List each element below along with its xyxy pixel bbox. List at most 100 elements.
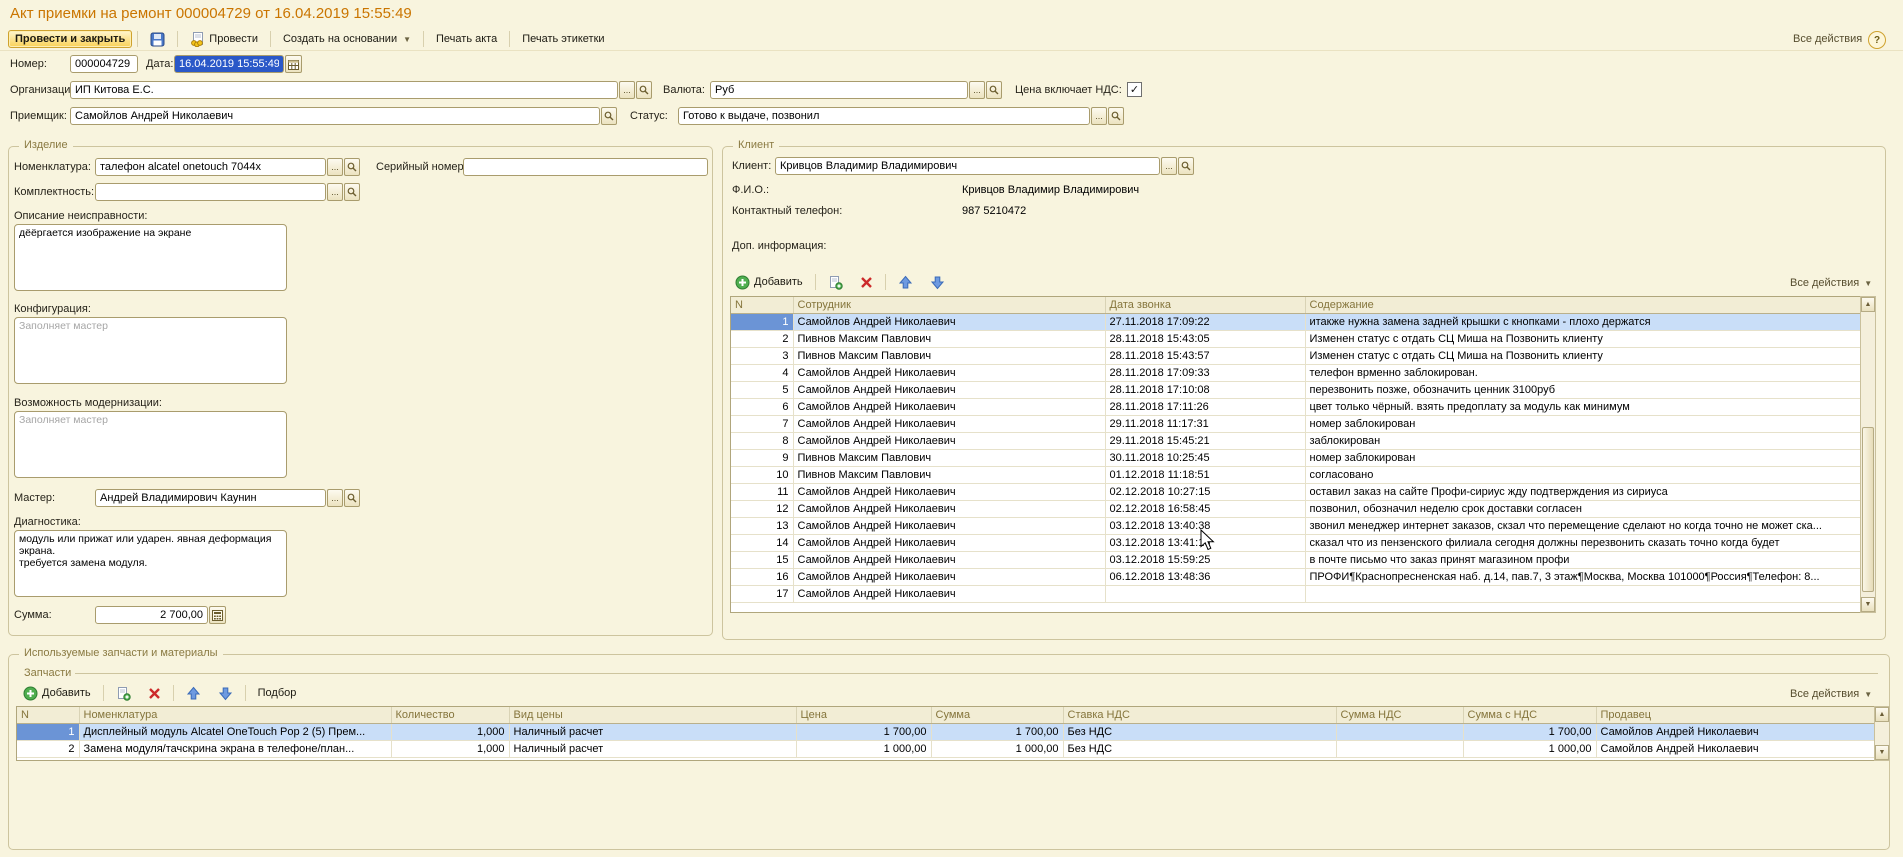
table-row[interactable]: 4Самойлов Андрей Николаевич28.11.2018 17… xyxy=(731,364,1861,381)
cell[interactable] xyxy=(1305,585,1861,602)
cell[interactable]: 2 xyxy=(731,330,793,347)
col-header-employee[interactable]: Сотрудник xyxy=(793,297,1105,313)
help-button[interactable]: ? xyxy=(1868,31,1886,49)
table-row[interactable]: 1Самойлов Андрей Николаевич27.11.2018 17… xyxy=(731,313,1861,330)
configuration-textarea[interactable] xyxy=(14,317,287,384)
cell[interactable]: 15 xyxy=(731,551,793,568)
cell[interactable]: Самойлов Андрей Николаевич xyxy=(793,432,1105,449)
table-row[interactable]: 15Самойлов Андрей Николаевич03.12.2018 1… xyxy=(731,551,1861,568)
scroll-down-icon[interactable]: ▼ xyxy=(1861,597,1875,612)
cell[interactable]: Самойлов Андрей Николаевич xyxy=(793,313,1105,330)
cell[interactable]: 03.12.2018 15:59:25 xyxy=(1105,551,1305,568)
cell[interactable]: 17 xyxy=(731,585,793,602)
cell[interactable]: 6 xyxy=(731,398,793,415)
parts-move-up-button[interactable] xyxy=(179,683,208,704)
table-row[interactable]: 17Самойлов Андрей Николаевич xyxy=(731,585,1861,602)
completeness-lookup-button[interactable] xyxy=(344,183,360,201)
cell[interactable]: 7 xyxy=(731,415,793,432)
cell[interactable]: Изменен статус с отдать СЦ Миша на Позво… xyxy=(1305,347,1861,364)
col-header-vat-sum[interactable]: Сумма НДС xyxy=(1336,707,1463,723)
cell[interactable]: 16 xyxy=(731,568,793,585)
cell[interactable]: Дисплейный модуль Alcatel OneTouch Pop 2… xyxy=(79,723,391,740)
client-add-button[interactable]: Добавить xyxy=(728,272,810,293)
cell[interactable]: 03.12.2018 13:40:38 xyxy=(1105,517,1305,534)
currency-input[interactable] xyxy=(710,81,968,99)
cell[interactable]: 1 000,00 xyxy=(796,740,931,757)
scroll-down-icon[interactable]: ▼ xyxy=(1875,745,1889,760)
create-based-on-button[interactable]: Создать на основании▼ xyxy=(276,30,418,48)
cell[interactable]: 4 xyxy=(731,364,793,381)
completeness-input[interactable] xyxy=(95,183,326,201)
cell[interactable]: Замена модуля/тачскрина экрана в телефон… xyxy=(79,740,391,757)
cell[interactable]: Самойлов Андрей Николаевич xyxy=(793,517,1105,534)
table-row[interactable]: 8Самойлов Андрей Николаевич29.11.2018 15… xyxy=(731,432,1861,449)
cell[interactable]: 1 xyxy=(17,723,79,740)
cell[interactable]: 9 xyxy=(731,449,793,466)
cell[interactable]: 3 xyxy=(731,347,793,364)
cell[interactable]: 2 xyxy=(17,740,79,757)
print-act-button[interactable]: Печать акта xyxy=(429,30,504,48)
cell[interactable]: 06.12.2018 13:48:36 xyxy=(1105,568,1305,585)
scroll-up-icon[interactable]: ▲ xyxy=(1861,297,1875,312)
col-header-vat-rate[interactable]: Ставка НДС xyxy=(1063,707,1336,723)
diagnostics-textarea[interactable]: модуль или прижат или ударен. явная дефо… xyxy=(14,530,287,597)
cell[interactable]: 02.12.2018 10:27:15 xyxy=(1105,483,1305,500)
cell[interactable]: 5 xyxy=(731,381,793,398)
parts-pick-button[interactable]: Подбор xyxy=(251,684,304,702)
cell[interactable]: 1 000,00 xyxy=(931,740,1063,757)
cell[interactable]: Самойлов Андрей Николаевич xyxy=(793,364,1105,381)
client-delete-button[interactable] xyxy=(853,273,880,292)
parts-add-button[interactable]: Добавить xyxy=(16,683,98,704)
cell[interactable]: 28.11.2018 17:09:33 xyxy=(1105,364,1305,381)
cell[interactable]: Изменен статус с отдать СЦ Миша на Позво… xyxy=(1305,330,1861,347)
status-lookup-button[interactable] xyxy=(1108,107,1124,125)
col-header-n[interactable]: N xyxy=(17,707,79,723)
cell[interactable]: Самойлов Андрей Николаевич xyxy=(793,534,1105,551)
table-row[interactable]: 3Пивнов Максим Павлович28.11.2018 15:43:… xyxy=(731,347,1861,364)
scroll-up-icon[interactable]: ▲ xyxy=(1875,707,1889,722)
col-header-quantity[interactable]: Количество xyxy=(391,707,509,723)
cell[interactable]: номер заблокирован xyxy=(1305,449,1861,466)
cell[interactable]: 02.12.2018 16:58:45 xyxy=(1105,500,1305,517)
cell[interactable]: итакже нужна замена задней крышки с кноп… xyxy=(1305,313,1861,330)
calendar-button[interactable] xyxy=(285,55,302,73)
sum-input[interactable] xyxy=(95,606,208,624)
client-choose-button[interactable]: ... xyxy=(1161,157,1177,175)
table-row[interactable]: 2Пивнов Максим Павлович28.11.2018 15:43:… xyxy=(731,330,1861,347)
cell[interactable]: Самойлов Андрей Николаевич xyxy=(793,500,1105,517)
col-header-sum-with-vat[interactable]: Сумма с НДС xyxy=(1463,707,1596,723)
cell[interactable]: перезвонить позже, обозначить ценник 310… xyxy=(1305,381,1861,398)
parts-delete-button[interactable] xyxy=(141,684,168,703)
receiver-lookup-button[interactable] xyxy=(601,107,617,125)
table-row[interactable]: 12Самойлов Андрей Николаевич02.12.2018 1… xyxy=(731,500,1861,517)
cell[interactable]: телефон врменно заблокирован. xyxy=(1305,364,1861,381)
cell[interactable]: 1,000 xyxy=(391,723,509,740)
table-row[interactable]: 13Самойлов Андрей Николаевич03.12.2018 1… xyxy=(731,517,1861,534)
table-row[interactable]: 11Самойлов Андрей Николаевич02.12.2018 1… xyxy=(731,483,1861,500)
col-header-seller[interactable]: Продавец xyxy=(1596,707,1875,723)
cell[interactable]: 1 xyxy=(731,313,793,330)
cell[interactable]: в почте письмо что заказ принят магазино… xyxy=(1305,551,1861,568)
table-row[interactable]: 14Самойлов Андрей Николаевич03.12.2018 1… xyxy=(731,534,1861,551)
cell[interactable]: 29.11.2018 15:45:21 xyxy=(1105,432,1305,449)
calculator-button[interactable] xyxy=(209,606,226,624)
client-copy-button[interactable] xyxy=(821,272,850,293)
col-header-sum[interactable]: Сумма xyxy=(931,707,1063,723)
cell[interactable]: 12 xyxy=(731,500,793,517)
master-input[interactable] xyxy=(95,489,326,507)
receiver-input[interactable] xyxy=(70,107,600,125)
all-actions-button-top[interactable]: Все действия ▼ xyxy=(1793,33,1875,45)
table-row[interactable]: 1Дисплейный модуль Alcatel OneTouch Pop … xyxy=(17,723,1875,740)
master-choose-button[interactable]: ... xyxy=(327,489,343,507)
cell[interactable]: Пивнов Максим Павлович xyxy=(793,449,1105,466)
cell[interactable]: 28.11.2018 15:43:05 xyxy=(1105,330,1305,347)
completeness-choose-button[interactable]: ... xyxy=(327,183,343,201)
cell[interactable]: Самойлов Андрей Николаевич xyxy=(1596,740,1875,757)
cell[interactable] xyxy=(1336,740,1463,757)
cell[interactable]: 13 xyxy=(731,517,793,534)
cell[interactable]: Самойлов Андрей Николаевич xyxy=(793,381,1105,398)
cell[interactable]: ПРОФИ¶Краснопресненская наб. д.14, пав.7… xyxy=(1305,568,1861,585)
number-input[interactable] xyxy=(70,55,138,73)
cell[interactable] xyxy=(1105,585,1305,602)
col-header-n[interactable]: N xyxy=(731,297,793,313)
